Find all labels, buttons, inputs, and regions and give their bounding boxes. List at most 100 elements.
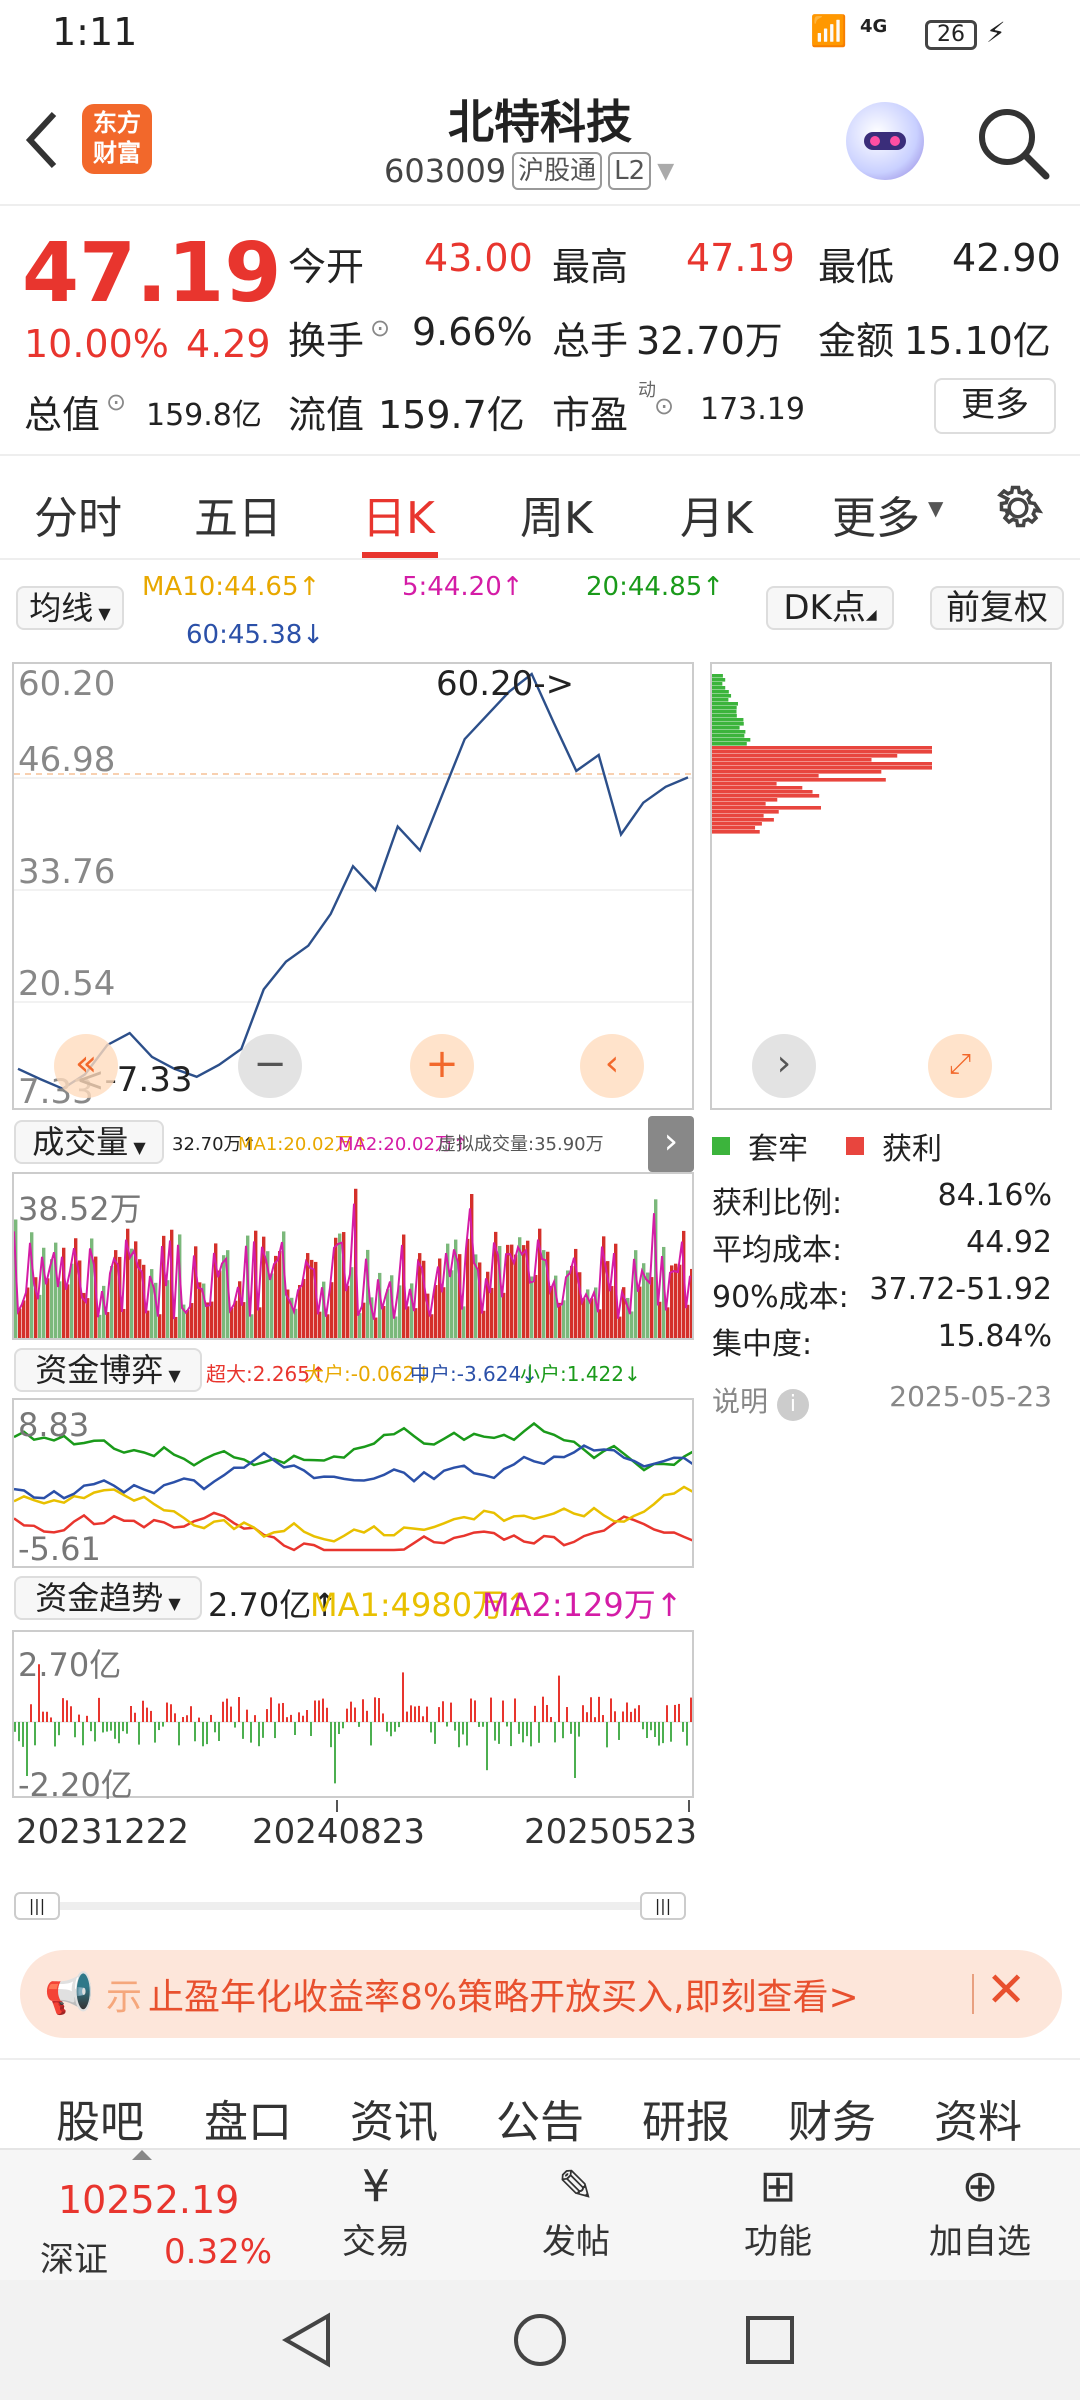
settings-gear-icon[interactable] bbox=[988, 478, 1048, 538]
scroll-left-button[interactable]: ‹ bbox=[580, 1034, 644, 1098]
fund-trend-bar bbox=[446, 1722, 448, 1727]
chip-bar bbox=[712, 690, 729, 694]
chip-bar bbox=[712, 710, 737, 714]
float-label: 流值 bbox=[288, 393, 365, 437]
volume-bar bbox=[218, 1270, 222, 1338]
stat-label: 平均成本: bbox=[712, 1233, 843, 1268]
fund-trend-bar bbox=[478, 1722, 480, 1727]
chip-bar bbox=[712, 746, 932, 750]
more-button[interactable]: 更多 bbox=[934, 378, 1056, 434]
fund-trend-bar bbox=[50, 1717, 52, 1722]
price-adjust-button[interactable]: 前复权 bbox=[930, 586, 1064, 630]
fund-game-chart[interactable]: 8.83 -5.61 bbox=[12, 1398, 695, 1568]
nav-post[interactable]: ✎ 发帖 bbox=[526, 2160, 626, 2263]
ma-selector-label: 均线 bbox=[29, 589, 94, 627]
robot-avatar-icon[interactable] bbox=[846, 102, 924, 180]
dropdown-icon[interactable]: ▼ bbox=[657, 159, 674, 184]
close-icon[interactable]: ✕ bbox=[986, 1962, 1026, 2018]
volume-bar bbox=[50, 1259, 54, 1338]
info-icon: i bbox=[776, 1389, 809, 1421]
promo-banner[interactable]: 📢 示 止盈年化收益率8%策略开放买入,即刻查看> ✕ bbox=[20, 1950, 1062, 2038]
fund-trend-bar bbox=[578, 1722, 580, 1737]
fund-trend-bar bbox=[246, 1709, 248, 1722]
ma-caret-icon: ▼ bbox=[93, 604, 111, 623]
stat-label: 获利比例: bbox=[712, 1186, 843, 1221]
fund-trend-bar bbox=[378, 1698, 380, 1722]
tab-five-day[interactable]: 五日 bbox=[194, 482, 282, 546]
recents-square-icon[interactable] bbox=[744, 2314, 796, 2366]
volume-chart[interactable]: 38.52万 bbox=[12, 1172, 694, 1340]
chip-stats: 获利比例: 84.16% 平均成本: 44.92 90%成本: 37.72-51.92… bbox=[712, 1178, 1052, 1421]
volume-label: 总手 bbox=[552, 319, 629, 363]
range-slider[interactable]: ||| ||| bbox=[14, 1892, 692, 1920]
index-arrow-icon bbox=[132, 2150, 152, 2160]
fund-trend-bar bbox=[66, 1700, 68, 1722]
zoom-in-button[interactable]: + bbox=[410, 1034, 474, 1098]
tab-orderbook[interactable]: 盘口 bbox=[204, 2086, 292, 2150]
nav-function[interactable]: ⊞ 功能 bbox=[728, 2160, 828, 2263]
chip-bar bbox=[712, 806, 821, 810]
home-circle-icon[interactable] bbox=[512, 2312, 568, 2368]
chip-bar bbox=[712, 754, 898, 758]
caret-icon: ▼ bbox=[163, 1594, 181, 1613]
tab-announcements[interactable]: 公告 bbox=[496, 2086, 584, 2150]
expand-panel-button[interactable]: › bbox=[648, 1116, 694, 1172]
expand-icon[interactable]: ⤢ bbox=[928, 1034, 992, 1098]
pe-value: 173.19 bbox=[700, 392, 805, 427]
volume-bar bbox=[638, 1286, 642, 1338]
dk-point-button[interactable]: DK点◢ bbox=[766, 586, 894, 630]
volume-bar bbox=[678, 1264, 682, 1338]
index-name[interactable]: 深证 bbox=[40, 2232, 108, 2281]
tab-finance[interactable]: 财务 bbox=[788, 2086, 876, 2150]
chip-stat-row: 90%成本: 37.72-51.92 bbox=[712, 1272, 1052, 1319]
jump-start-button[interactable]: « bbox=[54, 1034, 118, 1098]
fund-trend-bar bbox=[614, 1711, 616, 1722]
fund-trend-selector[interactable]: 资金趋势 ▼ bbox=[14, 1576, 202, 1620]
low-value: 42.90 bbox=[952, 236, 1061, 280]
volume-bar bbox=[70, 1263, 74, 1338]
fund-trend-bar bbox=[366, 1710, 368, 1722]
volume-selector[interactable]: 成交量 ▼ bbox=[14, 1120, 164, 1164]
scroll-right-button[interactable]: › bbox=[752, 1034, 816, 1098]
volume-bar bbox=[414, 1308, 418, 1338]
volume-bar bbox=[386, 1289, 390, 1338]
wifi-icon: 📶 bbox=[810, 14, 848, 49]
search-icon[interactable] bbox=[976, 106, 1050, 180]
tab-weekly-k[interactable]: 周K bbox=[520, 482, 593, 546]
fund-game-selector[interactable]: 资金博弈 ▼ bbox=[14, 1348, 202, 1392]
x-date-mid: 20240823 bbox=[252, 1812, 426, 1852]
nav-add-watchlist[interactable]: ⊕ 加自选 bbox=[920, 2160, 1040, 2263]
volume-bar bbox=[318, 1311, 322, 1338]
tab-daily-k[interactable]: 日K bbox=[362, 482, 435, 546]
range-handle-right[interactable]: ||| bbox=[640, 1892, 686, 1920]
zoom-out-button[interactable]: − bbox=[238, 1034, 302, 1098]
volume-bar bbox=[242, 1302, 246, 1338]
range-handle-left[interactable]: ||| bbox=[14, 1892, 60, 1920]
fund-trend-chart[interactable]: 2.70亿 -2.20亿 bbox=[12, 1630, 694, 1804]
mktcap-info-icon[interactable]: ⊙ bbox=[106, 388, 126, 416]
tab-minute[interactable]: 分时 bbox=[34, 482, 122, 546]
fund-trend-bar bbox=[654, 1722, 656, 1738]
fund-trend-bar bbox=[346, 1708, 348, 1722]
main-kline-chart[interactable]: 60.20 46.98 33.76 20.54 7.33 60.20-> <-7… bbox=[12, 662, 694, 1112]
tab-more[interactable]: 更多 bbox=[832, 482, 920, 546]
tab-news[interactable]: 资讯 bbox=[350, 2086, 438, 2150]
index-value[interactable]: 10252.19 bbox=[58, 2178, 239, 2222]
fund-trend-bar bbox=[586, 1712, 588, 1722]
tab-profile[interactable]: 资料 bbox=[934, 2086, 1022, 2150]
explain-link[interactable]: 说明 i bbox=[712, 1380, 809, 1421]
index-percent[interactable]: 0.32% bbox=[164, 2232, 272, 2272]
back-triangle-icon[interactable] bbox=[280, 2312, 334, 2368]
tab-monthly-k[interactable]: 月K bbox=[680, 482, 753, 546]
fund-trend-bar bbox=[234, 1722, 236, 1728]
tab-forum[interactable]: 股吧 bbox=[56, 2086, 144, 2150]
chip-distribution-chart[interactable]: › ⤢ bbox=[710, 662, 1052, 1110]
info-dots-icon[interactable]: ⊙ bbox=[370, 314, 390, 342]
fund-trend-bar bbox=[666, 1705, 668, 1722]
ma-selector[interactable]: 均线 ▼ bbox=[16, 586, 124, 630]
tab-research[interactable]: 研报 bbox=[642, 2086, 730, 2150]
nav-trade[interactable]: ¥ 交易 bbox=[326, 2160, 426, 2263]
pe-info-icon[interactable]: ⊙ bbox=[654, 392, 674, 420]
fund-trend-bar bbox=[354, 1707, 356, 1722]
fund-trend-bar bbox=[650, 1722, 652, 1731]
